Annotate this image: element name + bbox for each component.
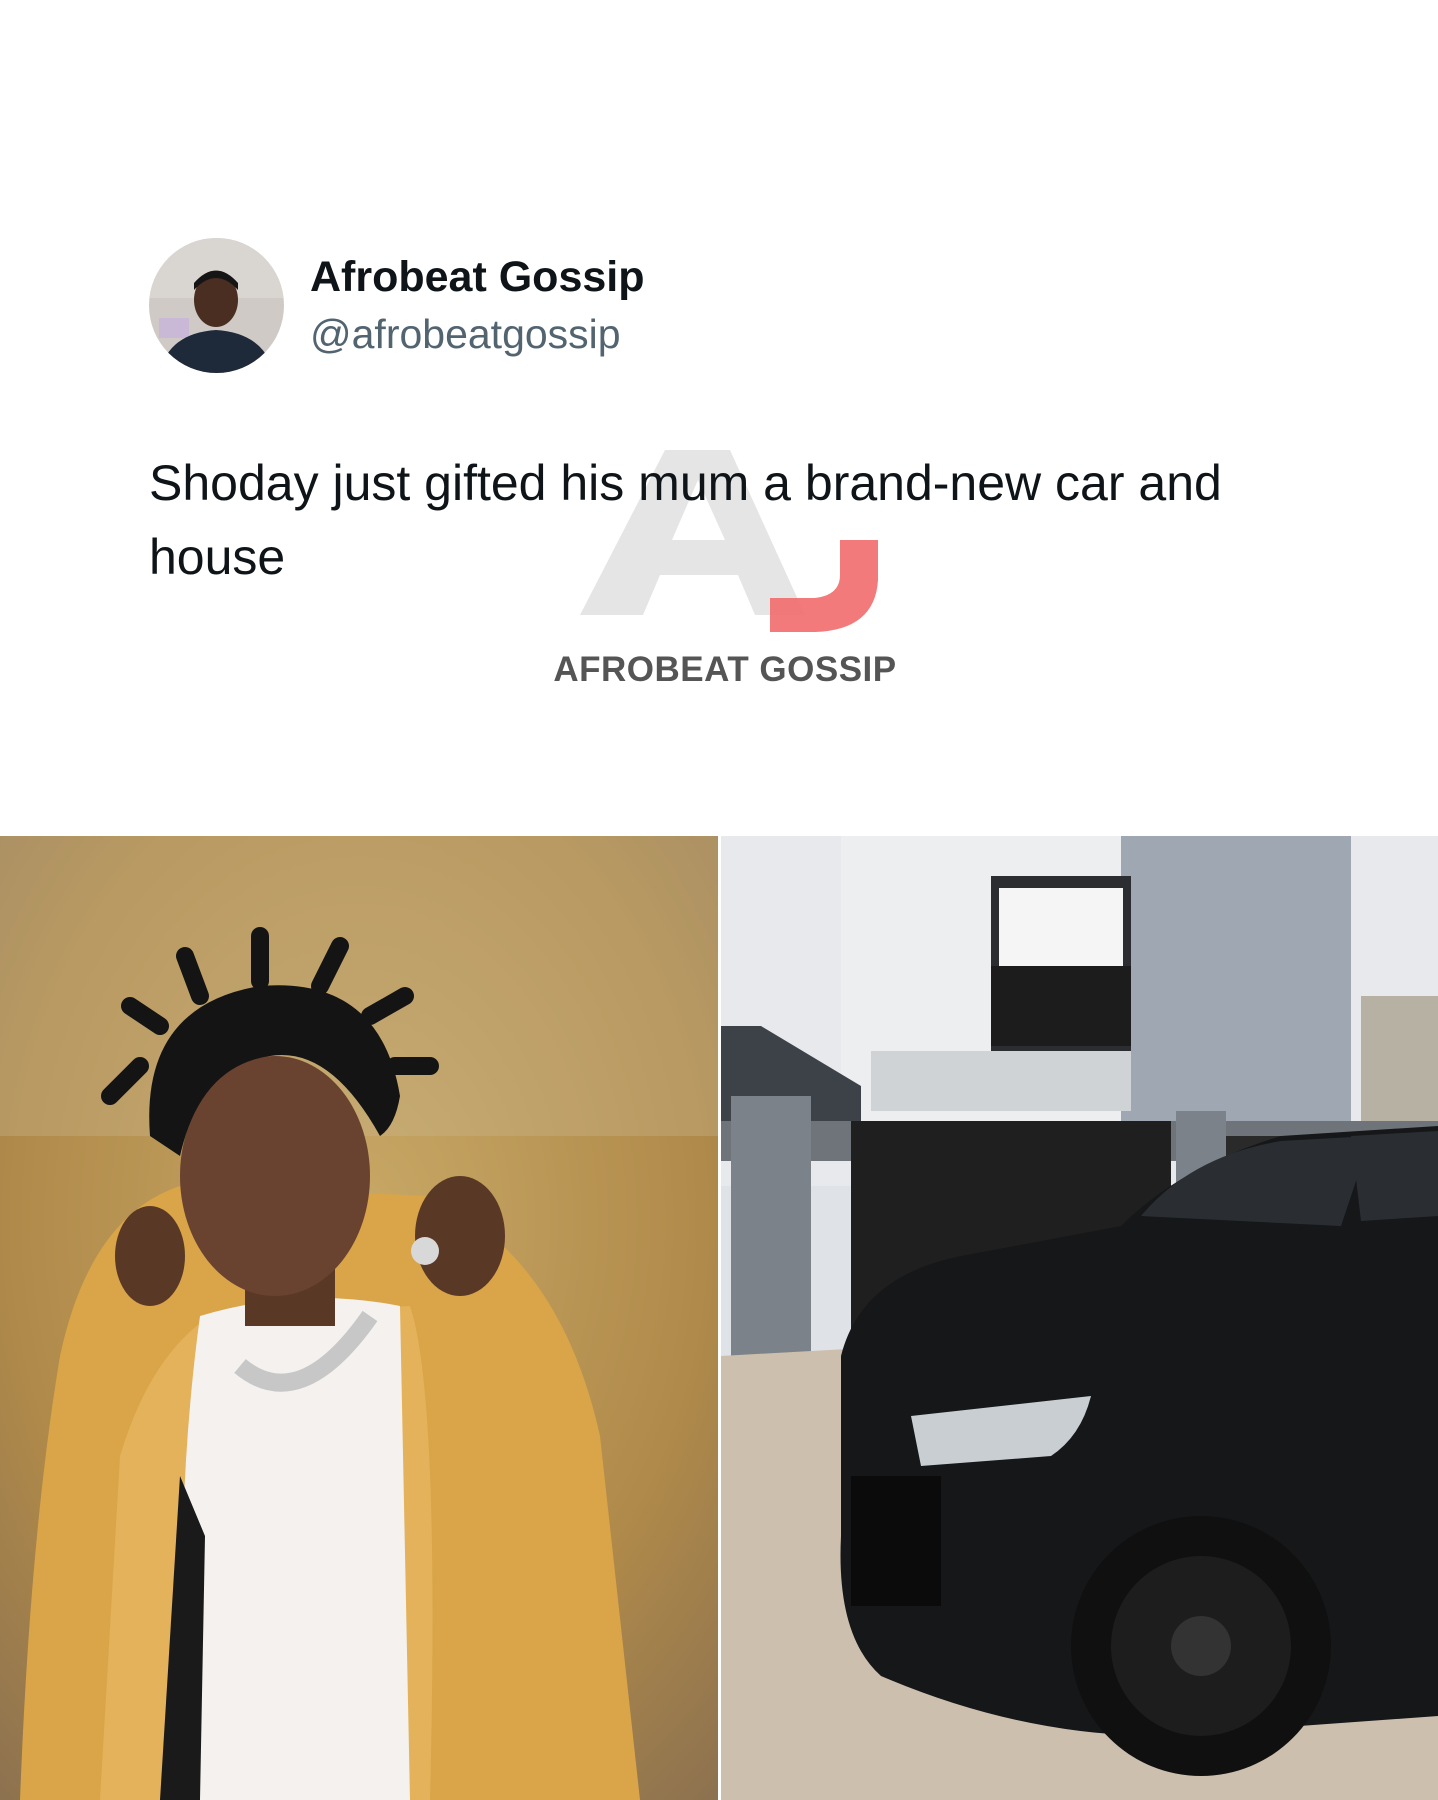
person-photo-icon bbox=[0, 836, 718, 1800]
watermark-text: AFROBEAT GOSSIP bbox=[553, 650, 897, 689]
tweet-card: Afrobeat Gossip @afrobeatgossip AFROBEAT… bbox=[0, 0, 1438, 836]
author-avatar[interactable] bbox=[149, 238, 284, 373]
house-and-car-photo[interactable] bbox=[721, 836, 1438, 1800]
avatar-icon bbox=[149, 238, 284, 373]
media-grid bbox=[0, 836, 1438, 1800]
author-handle[interactable]: @afrobeatgossip bbox=[310, 310, 621, 358]
artist-portrait-photo[interactable] bbox=[0, 836, 718, 1800]
author-display-name[interactable]: Afrobeat Gossip bbox=[310, 252, 645, 302]
tweet-text: Shoday just gifted his mum a brand-new c… bbox=[149, 455, 1222, 585]
car-photo-icon bbox=[721, 836, 1438, 1800]
